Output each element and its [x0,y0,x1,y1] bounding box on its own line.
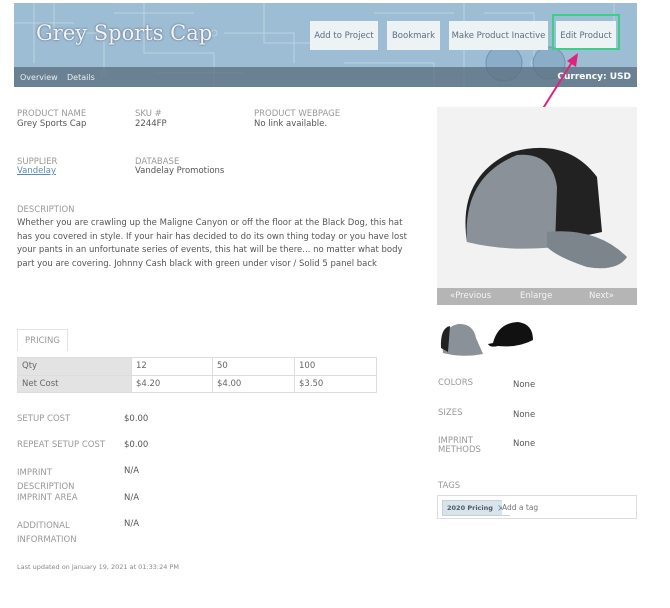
product-name-label: PRODUCT NAME [17,109,87,119]
table-row: Qty 12 50 100 [17,357,377,376]
imprint-methods-label: IMPRINT METHODS [438,436,481,455]
additional-information-value: N/A [124,519,140,529]
tag-label: 2020 Pricing [447,504,493,512]
thumbnail-grey-cap[interactable] [440,323,483,356]
qty-header: Qty [17,357,132,376]
imprint-description-value: N/A [124,466,140,476]
table-row: Net Cost $4.20 $4.00 $3.50 [17,374,377,393]
product-image[interactable] [437,107,637,305]
image-thumbnails [440,322,533,356]
imprint-area-value: N/A [124,493,140,503]
database-value: Vandelay Promotions [135,166,225,176]
qty-cell: 12 [131,357,213,376]
net-cost-cell: $4.20 [131,374,213,393]
tags-input[interactable]: 2020 Pricing× [437,495,637,519]
next-button[interactable]: Next» [589,291,614,301]
colors-label: COLORS [438,378,474,388]
previous-button[interactable]: «Previous [450,291,491,301]
repeat-setup-cost-label: REPEAT SETUP COST [17,440,106,450]
thumbnail-black-cap[interactable] [488,322,533,347]
add-to-project-button[interactable]: Add to Project [310,21,378,50]
tags-label: TAGS [438,481,461,491]
net-cost-header: Net Cost [17,374,132,393]
add-tag-input[interactable] [502,500,622,515]
net-cost-cell: $4.00 [212,374,295,393]
tab-pricing[interactable]: PRICING [17,329,68,351]
sku-value: 2244FP [135,119,167,129]
last-updated: Last updated on January 19, 2021 at 01:3… [17,563,179,571]
gallery-nav: «Previous Enlarge Next» [437,288,637,305]
webpage-label: PRODUCT WEBPAGE [254,109,341,119]
nav-details[interactable]: Details [67,73,95,82]
tag-chip: 2020 Pricing× [442,500,511,516]
product-name-value: Grey Sports Cap [17,119,87,129]
sizes-label: SIZES [438,408,463,418]
enlarge-button[interactable]: Enlarge [520,291,552,301]
imprint-area-label: IMPRINT AREA [17,493,78,503]
webpage-value: No link available. [254,119,328,129]
additional-information-label: ADDITIONAL INFORMATION [17,521,77,545]
net-cost-cell: $3.50 [294,374,377,393]
sizes-value: None [513,410,536,420]
colors-value: None [513,380,536,390]
imprint-description-label: IMPRINT DESCRIPTION [17,468,75,492]
setup-cost-value: $0.00 [124,414,149,424]
repeat-setup-cost-value: $0.00 [124,440,149,450]
pricing-table: Qty 12 50 100 Net Cost $4.20 $4.00 $3.50 [17,357,377,393]
qty-cell: 100 [294,357,377,376]
nav-overview[interactable]: Overview [20,73,58,82]
sku-label: SKU # [135,109,162,119]
page-title: Grey Sports Cap [36,21,213,45]
cap-image [465,147,627,269]
description-label: DESCRIPTION [17,205,75,215]
supplier-link[interactable]: Vandelay [17,166,56,176]
bookmark-button[interactable]: Bookmark [387,21,440,50]
qty-cell: 50 [212,357,295,376]
description-text: Whether you are crawling up the Maligne … [17,218,407,269]
imprint-methods-value: None [513,439,536,449]
setup-cost-label: SETUP COST [17,414,71,424]
